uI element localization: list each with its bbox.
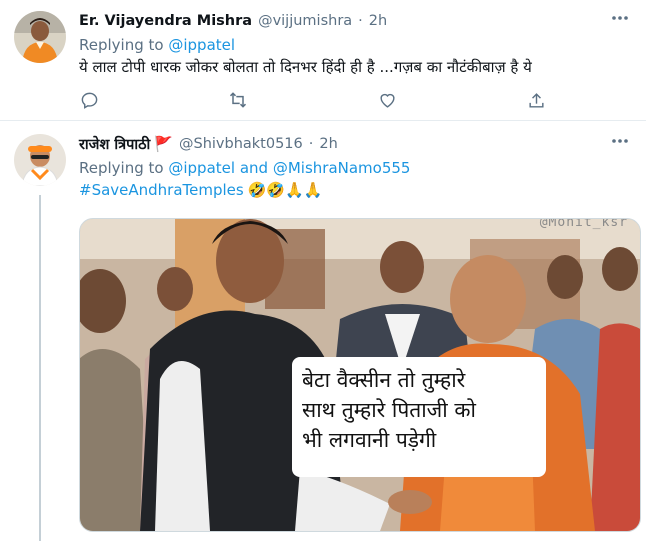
- more-dots-icon[interactable]: [610, 131, 630, 155]
- avatar-image: [14, 11, 66, 63]
- image-watermark: @Mohit_ksr: [539, 218, 628, 230]
- author-handle[interactable]: @Shivbhakt0516: [179, 136, 303, 152]
- timestamp[interactable]: 2h: [319, 136, 337, 152]
- caption-line: बेटा वैक्सीन तो तुम्हारे: [302, 368, 466, 392]
- timestamp[interactable]: 2h: [369, 13, 387, 29]
- separator: ·: [308, 135, 314, 152]
- author-name[interactable]: Er. Vijayendra Mishra: [79, 13, 252, 29]
- replying-to: Replying to @ippatel: [79, 34, 630, 56]
- flag-emoji: 🚩: [154, 134, 173, 153]
- author-name[interactable]: राजेश त्रिपाठी: [79, 134, 150, 154]
- mention-link[interactable]: @ippatel: [168, 159, 235, 177]
- avatar[interactable]: [14, 11, 66, 63]
- avatar-image: [14, 134, 66, 186]
- replying-to-label: Replying to: [79, 159, 164, 177]
- mention-link[interactable]: @ippatel: [168, 36, 235, 54]
- author-handle[interactable]: @vijjumishra: [258, 13, 352, 29]
- tweet[interactable]: Er. Vijayendra Mishra @vijjumishra · 2h …: [0, 0, 646, 121]
- tweet-header: राजेश त्रिपाठी 🚩 @Shivbhakt0516 · 2h: [79, 133, 630, 154]
- avatar[interactable]: [14, 134, 66, 186]
- emoji-group: 🤣🤣🙏🙏: [247, 181, 323, 199]
- tweet-text: ये लाल टोपी धारक जोकर बोलता तो दिनभर हिं…: [79, 58, 532, 76]
- share-icon[interactable]: [527, 90, 547, 110]
- tweet[interactable]: राजेश त्रिपाठी 🚩 @Shivbhakt0516 · 2h Rep…: [0, 121, 646, 541]
- tweet-header: Er. Vijayendra Mishra @vijjumishra · 2h: [79, 10, 630, 31]
- replying-and: and: [239, 159, 269, 177]
- separator: ·: [358, 12, 363, 29]
- caption-line: भी लगवानी पड़ेगी: [302, 428, 437, 452]
- retweet-icon[interactable]: [228, 90, 248, 110]
- image-caption: बेटा वैक्सीन तो तुम्हारे साथ तुम्हारे पि…: [292, 357, 546, 477]
- mention-link[interactable]: @MishraNamo555: [273, 159, 411, 177]
- replying-to-label: Replying to: [79, 36, 164, 54]
- reply-icon[interactable]: [79, 90, 99, 110]
- replying-to: Replying to @ippatel and @MishraNamo555: [79, 157, 630, 179]
- more-dots-icon[interactable]: [610, 8, 630, 32]
- like-icon[interactable]: [378, 90, 398, 110]
- thread-line: [39, 195, 41, 541]
- hashtag-link[interactable]: #SaveAndhraTemples: [79, 181, 244, 199]
- caption-line: साथ तुम्हारे पिताजी को: [302, 398, 476, 422]
- tweet-media-image[interactable]: @Mohit_ksr बेटा वैक्सीन तो तुम्हारे साथ …: [79, 218, 641, 532]
- tweet-text: #SaveAndhraTemples 🤣🤣🙏🙏: [79, 179, 630, 201]
- tweet-actions: [79, 90, 547, 110]
